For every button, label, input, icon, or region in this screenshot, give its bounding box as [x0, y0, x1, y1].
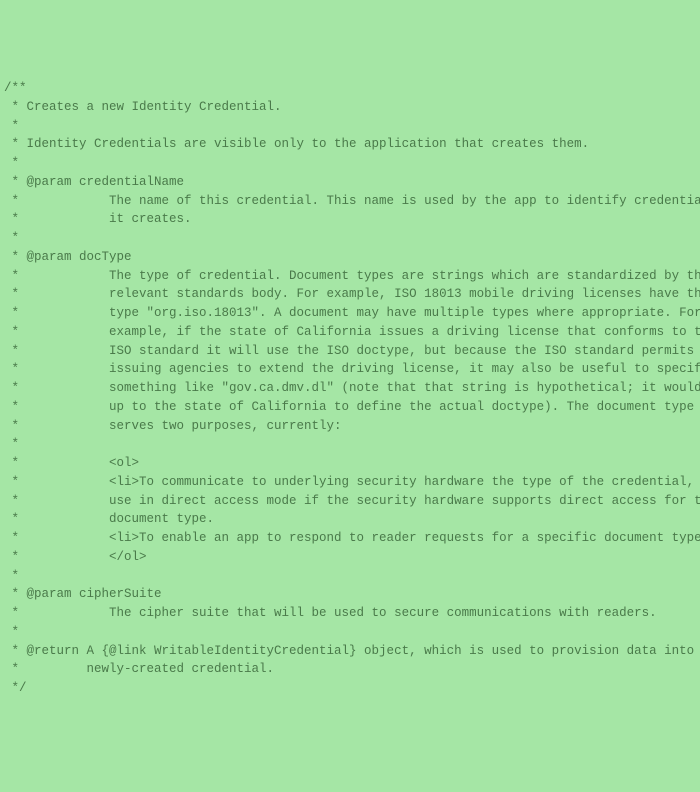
code-line-20: * <ol>: [4, 454, 696, 473]
code-line-31: * newly-created credential.: [4, 660, 696, 679]
code-line-24: * <li>To enable an app to respond to rea…: [4, 529, 696, 548]
code-line-21: * <li>To communicate to underlying secur…: [4, 473, 696, 492]
code-line-9: * @param docType: [4, 248, 696, 267]
code-line-0: /**: [4, 79, 696, 98]
code-line-12: * type "org.iso.18013". A document may h…: [4, 304, 696, 323]
code-line-19: *: [4, 435, 696, 454]
code-line-23: * document type.: [4, 510, 696, 529]
code-line-15: * issuing agencies to extend the driving…: [4, 360, 696, 379]
code-line-26: *: [4, 567, 696, 586]
javadoc-block: /** * Creates a new Identity Credential.…: [4, 79, 696, 698]
code-line-6: * The name of this credential. This name…: [4, 192, 696, 211]
code-line-29: *: [4, 623, 696, 642]
code-line-3: * Identity Credentials are visible only …: [4, 135, 696, 154]
code-line-2: *: [4, 117, 696, 136]
code-line-18: * serves two purposes, currently:: [4, 417, 696, 436]
code-line-14: * ISO standard it will use the ISO docty…: [4, 342, 696, 361]
code-line-4: *: [4, 154, 696, 173]
code-line-13: * example, if the state of California is…: [4, 323, 696, 342]
code-line-16: * something like "gov.ca.dmv.dl" (note t…: [4, 379, 696, 398]
code-line-27: * @param cipherSuite: [4, 585, 696, 604]
code-line-7: * it creates.: [4, 210, 696, 229]
code-line-22: * use in direct access mode if the secur…: [4, 492, 696, 511]
code-line-25: * </ol>: [4, 548, 696, 567]
code-line-32: */: [4, 679, 696, 698]
code-line-10: * The type of credential. Document types…: [4, 267, 696, 286]
code-line-28: * The cipher suite that will be used to …: [4, 604, 696, 623]
code-line-30: * @return A {@link WritableIdentityCrede…: [4, 642, 696, 661]
code-line-1: * Creates a new Identity Credential.: [4, 98, 696, 117]
code-line-11: * relevant standards body. For example, …: [4, 285, 696, 304]
code-line-8: *: [4, 229, 696, 248]
code-line-17: * up to the state of California to defin…: [4, 398, 696, 417]
code-line-5: * @param credentialName: [4, 173, 696, 192]
